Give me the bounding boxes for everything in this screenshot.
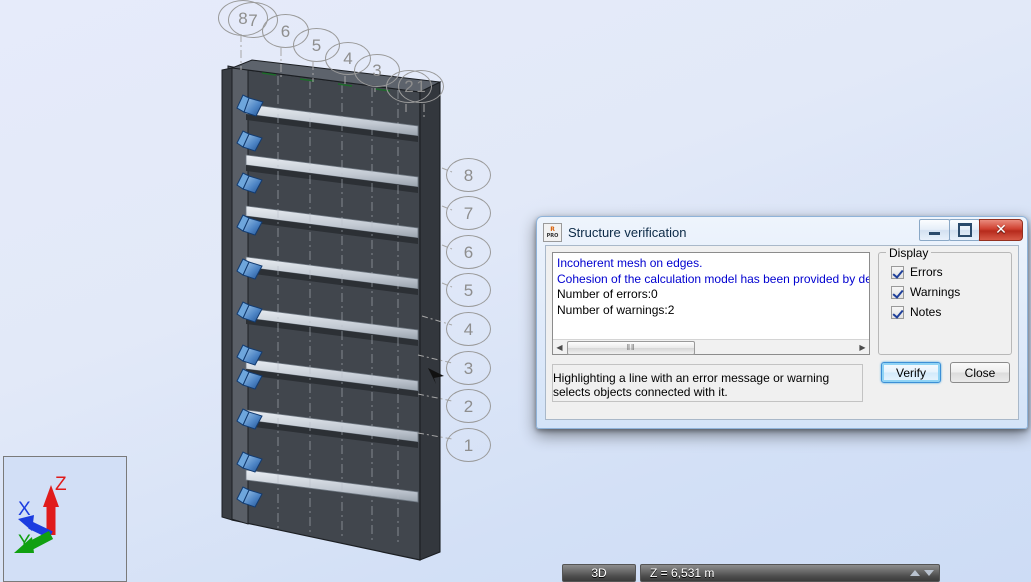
scrollbar-thumb[interactable]: ‖‖ <box>567 340 695 355</box>
z-coordinate-field[interactable]: Z = 6,531 m <box>640 564 940 582</box>
scroll-left-icon[interactable]: ◀ <box>553 341 566 354</box>
z-coordinate-value: Z = 6,531 m <box>650 566 715 580</box>
grid-bubble-top-1[interactable]: 1 <box>398 70 444 103</box>
message-row[interactable]: Number of warnings:2 <box>557 303 869 319</box>
hint-text: Highlighting a line with an error messag… <box>552 364 863 402</box>
grid-bubble-right-7[interactable]: 7 <box>446 196 491 230</box>
axis-label-z: Z <box>55 474 67 495</box>
axis-label-y: Y <box>18 532 31 553</box>
grid-bubble-right-6[interactable]: 6 <box>446 235 491 269</box>
minimize-button[interactable] <box>919 219 950 241</box>
stepper-up-icon[interactable] <box>910 570 920 576</box>
robot-pro-icon: R PRO <box>543 223 562 242</box>
scrollbar-track[interactable]: ‖‖ <box>566 340 856 355</box>
message-row[interactable]: Incoherent mesh on edges. <box>557 256 869 272</box>
view-mode-button[interactable]: 3D <box>562 564 636 582</box>
message-row[interactable]: Cohesion of the calculation model has be… <box>557 272 869 288</box>
grid-bubble-right-1[interactable]: 1 <box>446 428 491 462</box>
status-bar: 3D Z = 6,531 m <box>562 564 940 582</box>
minimize-icon <box>929 231 940 235</box>
horizontal-scrollbar[interactable]: ◀ ‖‖ ▶ <box>553 339 869 355</box>
display-options-group: Display Errors Warnings Notes <box>878 246 1012 355</box>
dialog-upper-row: Incoherent mesh on edges. Cohesion of th… <box>552 246 1012 355</box>
window-controls[interactable]: ✕ <box>919 219 1023 241</box>
close-icon: ✕ <box>995 222 1007 238</box>
checkbox-errors-label: Errors <box>910 265 943 279</box>
close-button[interactable]: ✕ <box>979 219 1023 241</box>
dialog-title-bar[interactable]: R PRO Structure verification ✕ <box>540 219 1024 245</box>
checkbox-notes-label: Notes <box>910 305 942 319</box>
axis-label-x: X <box>18 499 31 520</box>
grid-bubble-right-8[interactable]: 8 <box>446 158 491 192</box>
grid-bubble-right-3[interactable]: 3 <box>446 351 491 385</box>
maximize-icon <box>957 223 972 237</box>
maximize-button[interactable] <box>949 219 980 241</box>
verify-button[interactable]: Verify <box>881 362 941 383</box>
checkbox-notes-box[interactable] <box>891 305 904 319</box>
checkbox-errors[interactable]: Errors <box>891 265 1011 279</box>
close-dialog-button[interactable]: Close <box>950 362 1010 383</box>
dialog-body: Incoherent mesh on edges. Cohesion of th… <box>545 245 1019 420</box>
display-group-legend: Display <box>886 246 932 260</box>
dialog-action-buttons[interactable]: Verify Close <box>881 362 1010 383</box>
checkbox-warnings-box[interactable] <box>891 285 904 299</box>
grid-bubble-right-5[interactable]: 5 <box>446 273 491 307</box>
axis-triad-widget[interactable]: Z X Y <box>3 456 127 582</box>
message-list-content[interactable]: Incoherent mesh on edges. Cohesion of th… <box>553 253 869 339</box>
checkbox-errors-box[interactable] <box>891 265 904 279</box>
dialog-title: Structure verification <box>568 225 687 240</box>
verification-message-list[interactable]: Incoherent mesh on edges. Cohesion of th… <box>552 252 870 355</box>
structure-verification-dialog[interactable]: R PRO Structure verification ✕ Incoherent… <box>536 216 1028 429</box>
checkbox-notes[interactable]: Notes <box>891 305 1011 319</box>
stepper-down-icon[interactable] <box>924 570 934 576</box>
checkbox-warnings[interactable]: Warnings <box>891 285 1011 299</box>
message-row[interactable]: Number of errors:0 <box>557 287 869 303</box>
grid-bubble-right-4[interactable]: 4 <box>446 312 491 346</box>
scroll-right-icon[interactable]: ▶ <box>856 341 869 354</box>
z-stepper[interactable] <box>910 570 934 576</box>
checkbox-warnings-label: Warnings <box>910 285 961 299</box>
grid-bubble-right-2[interactable]: 2 <box>446 389 491 423</box>
